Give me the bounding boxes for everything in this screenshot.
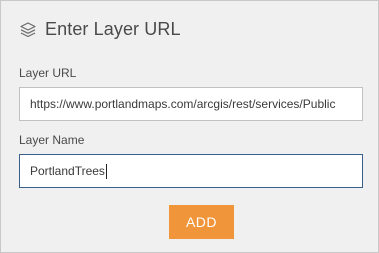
layer-url-value: https://www.portlandmaps.com/arcgis/rest…	[30, 97, 336, 111]
layer-url-label: Layer URL	[19, 66, 77, 80]
panel-title: Enter Layer URL	[45, 19, 181, 39]
layers-icon	[19, 21, 37, 39]
text-caret	[105, 164, 107, 180]
add-layer-panel: Enter Layer URL Layer URL https://www.po…	[0, 0, 379, 253]
add-button[interactable]: ADD	[169, 205, 234, 239]
layer-name-value: PortlandTrees	[30, 164, 105, 178]
panel-header: Enter Layer URL	[19, 19, 181, 40]
layer-name-input[interactable]: PortlandTrees	[19, 154, 363, 188]
layer-url-input[interactable]: https://www.portlandmaps.com/arcgis/rest…	[19, 87, 363, 121]
layer-name-label: Layer Name	[19, 133, 85, 147]
